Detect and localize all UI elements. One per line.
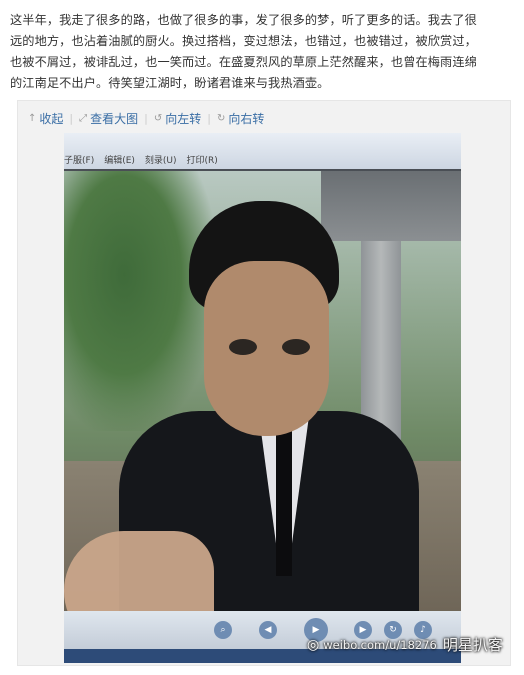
- external-link-icon: ⤢: [79, 112, 88, 124]
- right-eye: [282, 339, 310, 355]
- view-large-label: 查看大图: [90, 111, 139, 126]
- monitor-menu-item: 子服(F): [64, 156, 95, 166]
- post-photo[interactable]: 子服(F) 编辑(E) 刻录(U) 打印(R) ⌕ ◀ ▶ ▶ ↻ ♪: [64, 133, 461, 663]
- watermark-brand: 明星扒客: [442, 636, 503, 654]
- collapse-button[interactable]: ↑ 收起: [28, 110, 63, 127]
- watermark-url: weibo.com/u/18276: [323, 637, 437, 652]
- rotate-right-icon: ↻: [216, 112, 226, 124]
- photo-scene: [64, 171, 461, 651]
- rotate-right-button[interactable]: ↻ 向右转: [217, 110, 264, 127]
- monitor-menu-item: 打印(R): [186, 156, 218, 166]
- post-line: 的江南足不出户。待笑望江湖时，盼诸君谁来与我热酒壶。: [10, 76, 330, 90]
- rotate-left-icon: ↺: [153, 112, 163, 124]
- post-line: 远的地方，也沾着油腻的厨火。换过搭档，变过想法，也错过，也被错过，被欣赏过，: [10, 34, 477, 48]
- toolbar-divider: |: [69, 111, 74, 125]
- left-eye: [229, 339, 257, 355]
- tie: [276, 426, 292, 576]
- face: [204, 261, 329, 436]
- post-text: 这半年，我走了很多的路，也做了很多的事，发了很多的梦，听了更多的话。我去了很 远…: [10, 10, 516, 94]
- toolbar-divider: |: [144, 111, 148, 125]
- monitor-window-titlebar: 子服(F) 编辑(E) 刻录(U) 打印(R): [64, 133, 461, 169]
- weibo-logo-icon: ◎: [307, 636, 320, 653]
- monitor-menu-item: 编辑(E): [104, 156, 135, 166]
- post-line: 这半年，我走了很多的路，也做了很多的事，发了很多的梦，听了更多的话。我去了很: [10, 13, 477, 27]
- rotate-left-label: 向左转: [165, 111, 202, 126]
- toolbar-divider: |: [207, 111, 211, 125]
- rotate-right-label: 向右转: [228, 111, 265, 126]
- search-icon: ⌕: [214, 621, 232, 639]
- up-arrow-icon: ↑: [28, 112, 37, 124]
- previous-icon: ◀: [259, 621, 277, 639]
- rotate-left-button[interactable]: ↺ 向左转: [154, 110, 201, 127]
- post-line: 也被不屑过，被诽乱过，也一笑而过。在盛夏烈风的草原上茫然醒来，也曾在梅雨连绵: [10, 55, 477, 69]
- view-large-button[interactable]: ⤢ 查看大图: [79, 110, 138, 127]
- media-box: ↑ 收起 | ⤢ 查看大图 | ↺ 向左转 | ↻ 向右转 子服(F) 编辑(E…: [17, 100, 511, 666]
- weibo-watermark: ◎ weibo.com/u/18276 明星扒客: [307, 634, 503, 655]
- monitor-menu-item: 刻录(U): [144, 156, 177, 166]
- collapse-label: 收起: [39, 111, 64, 126]
- monitor-menu-bar: 子服(F) 编辑(E) 刻录(U) 打印(R): [64, 152, 228, 167]
- image-toolbar: ↑ 收起 | ⤢ 查看大图 | ↺ 向左转 | ↻ 向右转: [28, 109, 264, 127]
